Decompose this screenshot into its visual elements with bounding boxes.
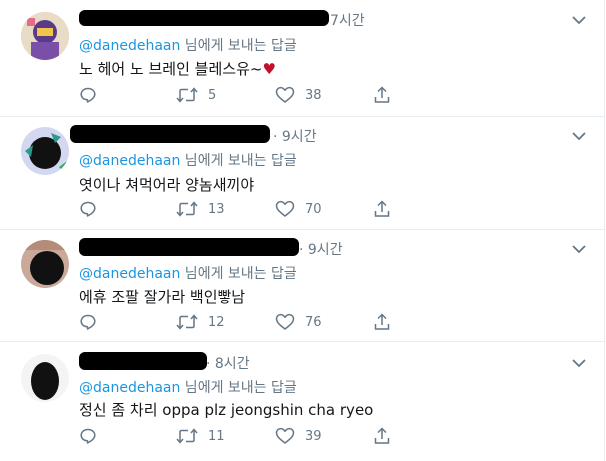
- retweet-icon: [176, 87, 198, 103]
- tweet-time[interactable]: · 9시간: [299, 239, 343, 259]
- reply-to-line: @danedehaan 님에게 보내는 답글: [79, 35, 297, 55]
- heart-emoji: ♥: [262, 60, 276, 78]
- tweet-3[interactable]: · 9시간 @danedehaan 님에게 보내는 답글 에휴 조팔 잘가라 백…: [0, 230, 605, 342]
- reply-handle-link[interactable]: @danedehaan: [79, 153, 180, 169]
- retweet-button[interactable]: 5: [176, 86, 216, 104]
- reply-handle-link[interactable]: @danedehaan: [79, 266, 180, 282]
- share-button[interactable]: [373, 200, 401, 218]
- reply-button[interactable]: [79, 200, 107, 218]
- tweet-text-body: 엿이나 쳐먹어라 양놈새끼야: [79, 176, 255, 194]
- retweet-count: 11: [208, 428, 225, 444]
- avatar-image: [21, 127, 69, 175]
- retweet-count: 13: [208, 201, 225, 217]
- tweet-time[interactable]: · 9시간: [273, 126, 317, 146]
- retweet-count: 12: [208, 314, 225, 330]
- tweet-time[interactable]: 7시간: [330, 10, 365, 30]
- reply-suffix: 님에게 보내는 답글: [180, 380, 297, 396]
- like-icon: [275, 86, 295, 103]
- redacted-username: [79, 352, 207, 370]
- tweet-actions: 11 39: [79, 427, 399, 447]
- tweet-text-body: 노 헤어 노 브레인 블레스유~: [79, 60, 263, 78]
- like-button[interactable]: 39: [275, 427, 322, 445]
- caret-down-icon[interactable]: [572, 131, 586, 141]
- like-count: 39: [305, 428, 322, 444]
- tweet-text-body: 에휴 조팔 잘가라 백인빻남: [79, 288, 246, 306]
- reply-to-line: @danedehaan 님에게 보내는 답글: [79, 377, 297, 397]
- avatar[interactable]: [21, 127, 69, 175]
- redacted-username: [70, 125, 270, 143]
- tweet-2[interactable]: · 9시간 @danedehaan 님에게 보내는 답글 엿이나 쳐먹어라 양놈…: [0, 117, 605, 230]
- share-button[interactable]: [373, 313, 401, 331]
- share-icon: [374, 86, 390, 103]
- tweet-actions: 12 76: [79, 313, 399, 333]
- avatar-image: [21, 240, 69, 288]
- tweet-text: 노 헤어 노 브레인 블레스유~♥: [79, 58, 276, 79]
- tweet-actions: 13 70: [79, 200, 399, 220]
- tweet-text: 엿이나 쳐먹어라 양놈새끼야: [79, 174, 254, 195]
- tweet-text-body: 정신 좀 차리 oppa plz jeongshin cha ryeo: [79, 401, 374, 419]
- reply-icon: [80, 428, 96, 444]
- tweet-actions: 5 38: [79, 86, 399, 106]
- caret-down-icon[interactable]: [572, 244, 586, 254]
- retweet-icon: [176, 201, 198, 217]
- reply-to-line: @danedehaan 님에게 보내는 답글: [79, 263, 297, 283]
- like-count: 76: [305, 314, 322, 330]
- reply-icon: [80, 314, 96, 330]
- avatar[interactable]: [21, 12, 69, 60]
- reply-button[interactable]: [79, 313, 107, 331]
- tweet-4[interactable]: · 8시간 @danedehaan 님에게 보내는 답글 정신 좀 차리 opp…: [0, 342, 605, 461]
- reply-button[interactable]: [79, 86, 107, 104]
- retweet-icon: [176, 428, 198, 444]
- reply-to-line: @danedehaan 님에게 보내는 답글: [79, 150, 297, 170]
- avatar-image: [21, 12, 69, 60]
- share-icon: [374, 313, 390, 330]
- retweet-button[interactable]: 11: [176, 427, 225, 445]
- like-icon: [275, 200, 295, 217]
- avatar-image: [21, 354, 69, 402]
- tweet-time[interactable]: · 8시간: [206, 353, 250, 373]
- reply-button[interactable]: [79, 427, 107, 445]
- avatar[interactable]: [21, 354, 69, 402]
- tweet-text: 에휴 조팔 잘가라 백인빻남: [79, 286, 245, 307]
- share-button[interactable]: [373, 86, 401, 104]
- like-icon: [275, 313, 295, 330]
- caret-down-icon[interactable]: [572, 15, 586, 25]
- reply-suffix: 님에게 보내는 답글: [180, 38, 297, 54]
- reply-icon: [80, 201, 96, 217]
- like-button[interactable]: 38: [275, 86, 322, 104]
- like-icon: [275, 427, 295, 444]
- share-icon: [374, 200, 390, 217]
- tweet-text: 정신 좀 차리 oppa plz jeongshin cha ryeo: [79, 399, 373, 420]
- avatar[interactable]: [21, 240, 69, 288]
- share-icon: [374, 427, 390, 444]
- reply-suffix: 님에게 보내는 답글: [180, 266, 297, 282]
- retweet-icon: [176, 314, 198, 330]
- retweet-button[interactable]: 13: [176, 200, 225, 218]
- share-button[interactable]: [373, 427, 401, 445]
- reply-suffix: 님에게 보내는 답글: [180, 153, 297, 169]
- tweet-1[interactable]: 7시간 @danedehaan 님에게 보내는 답글 노 헤어 노 브레인 블레…: [0, 0, 605, 117]
- like-count: 38: [305, 87, 322, 103]
- retweet-button[interactable]: 12: [176, 313, 225, 331]
- reply-handle-link[interactable]: @danedehaan: [79, 380, 180, 396]
- redacted-username: [79, 238, 299, 256]
- like-button[interactable]: 76: [275, 313, 322, 331]
- redacted-username: [79, 10, 329, 26]
- reply-handle-link[interactable]: @danedehaan: [79, 38, 180, 54]
- reply-icon: [80, 87, 96, 103]
- like-count: 70: [305, 201, 322, 217]
- caret-down-icon[interactable]: [572, 358, 586, 368]
- like-button[interactable]: 70: [275, 200, 322, 218]
- retweet-count: 5: [208, 87, 217, 103]
